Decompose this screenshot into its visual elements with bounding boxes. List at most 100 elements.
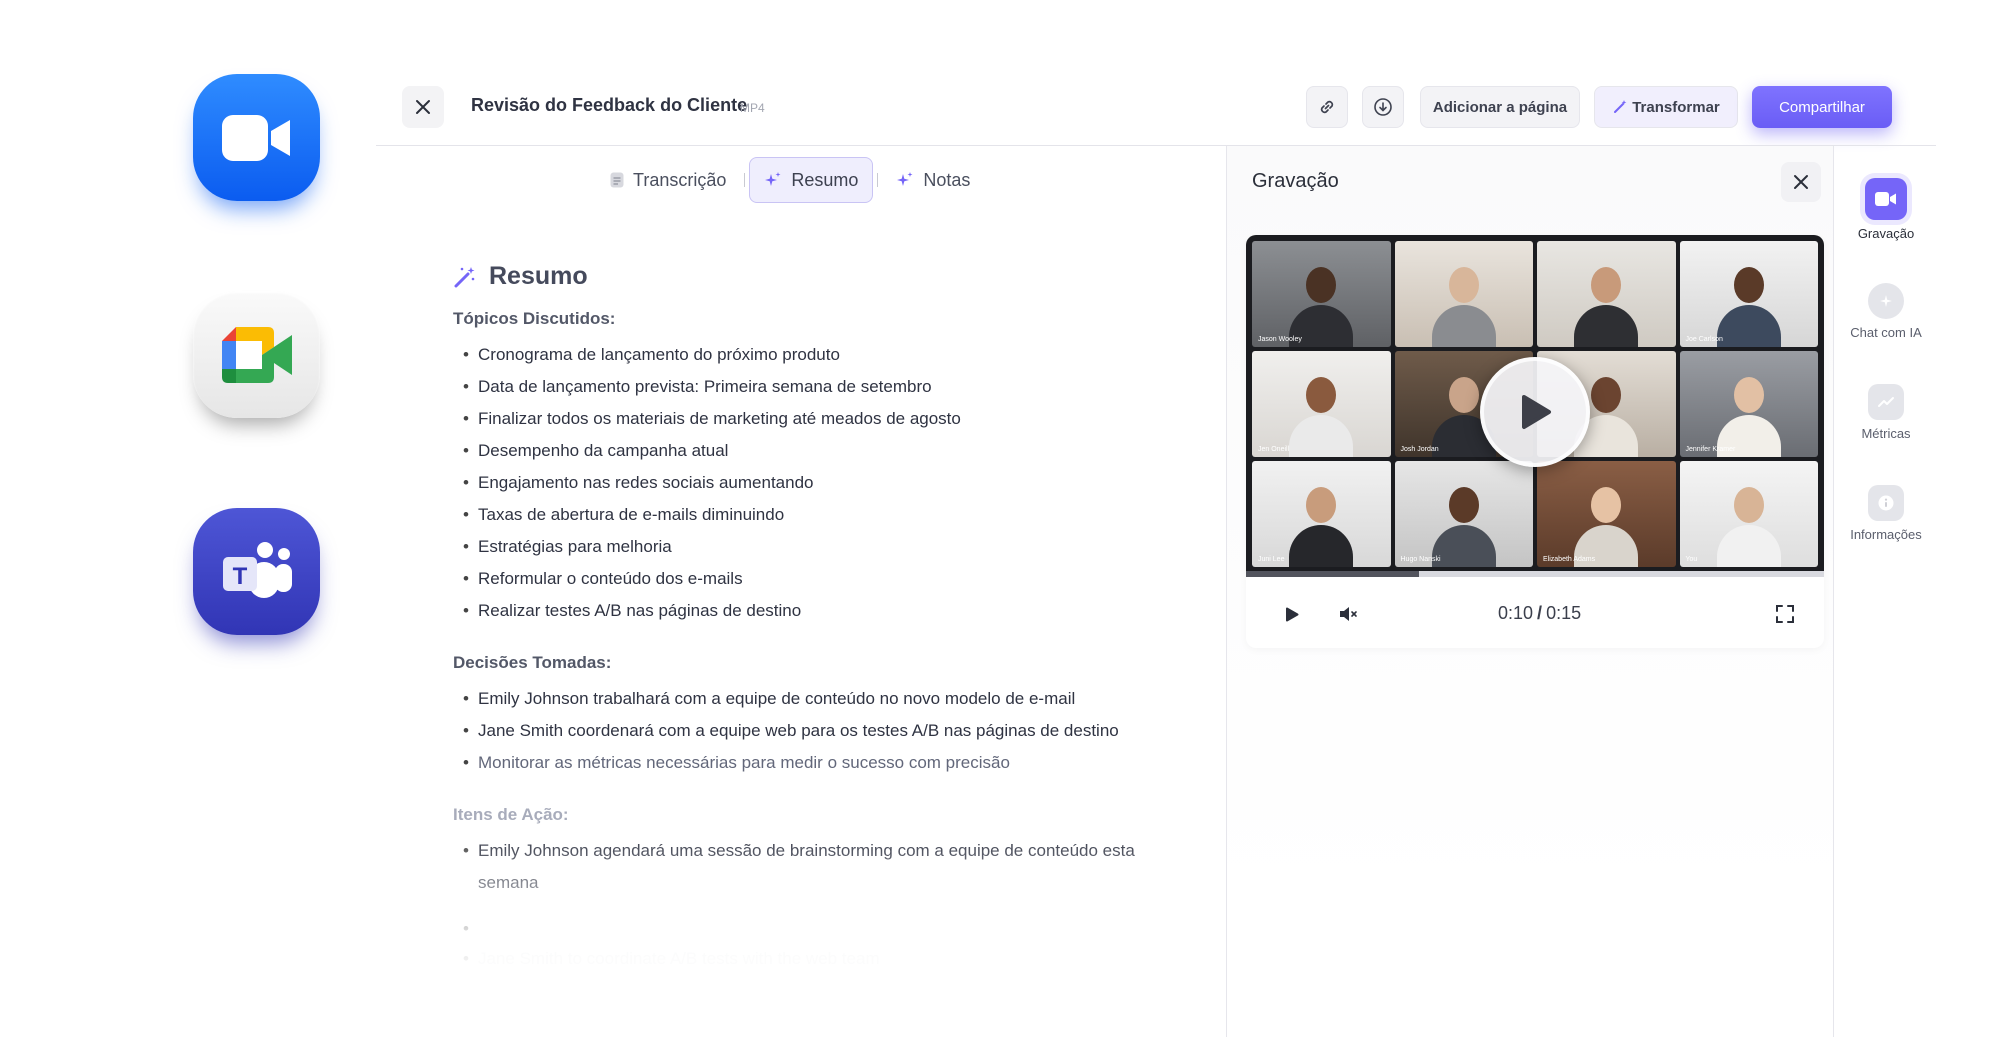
participant-name: Elizabeth Adams [1543,556,1596,563]
teams-logo-icon: T [222,541,292,598]
participant-name: You [1685,556,1698,563]
rail-item-info[interactable]: Informações [1836,485,1936,542]
participant-avatar [1570,481,1642,567]
svg-text:T: T [232,563,247,590]
participant-name: Jennifer Kramer [1685,446,1736,453]
tab-notes-label: Notas [923,169,971,190]
fullscreen-button[interactable] [1770,599,1800,629]
video-frame[interactable]: Jason Wooley Joe Carlson Jen Oneill Josh… [1246,235,1824,577]
list-item: Monitorar as métricas necessárias para m… [453,747,1173,779]
participant-tile: Jason Wooley [1252,241,1391,347]
play-overlay-button[interactable] [1480,357,1590,467]
panel-title: Gravação [1252,170,1339,192]
participant-tile [1394,241,1533,347]
list-item: Reformular o conteúdo dos e-mails [453,563,1173,595]
metrics-icon [1868,384,1904,420]
tab-notes[interactable]: Notas [882,157,984,203]
participant-tile: Juni Lee [1252,461,1391,567]
list-item: Jane Smith to coordinate A/B tests with … [453,943,1173,975]
list-item: Emily Johnson trabalhará com a equipe de… [453,683,1173,715]
document-title: Revisão do Feedback do Cliente [471,95,748,115]
document-icon [610,172,624,188]
fullscreen-icon [1776,605,1794,623]
close-icon [416,100,430,114]
document-toolbar: Revisão do Feedback do Cliente MP4 Adici… [376,86,1936,144]
topics-list: Cronograma de lançamento do próximo prod… [453,339,1173,627]
google-meet-app-icon[interactable] [193,291,320,418]
zoom-app-icon[interactable] [193,74,320,201]
link-icon [1320,100,1334,114]
list-item: Realizar testes A/B nas páginas de desti… [453,595,1173,627]
video-progress-fill [1246,571,1420,577]
tab-separator [877,173,879,187]
action-items-title: Itens de Ação: [453,805,569,824]
participant-name: Jason Wooley [1258,336,1302,343]
action-items-list: Emily Johnson agendará uma sessão de bra… [453,835,1173,975]
participant-tile: Elizabeth Adams [1537,461,1676,567]
participant-avatar [1570,261,1642,347]
video-camera-icon [221,114,290,161]
rail-item-recording[interactable]: Gravação [1836,178,1936,241]
list-item: Taxas de abertura de e-mails diminuindo [453,499,1173,531]
participant-tile: Hugo Nanski [1394,461,1533,567]
close-document-button[interactable] [402,86,444,128]
tab-separator [744,173,746,187]
rail-item-label: Informações [1850,527,1922,542]
mute-button[interactable] [1334,599,1364,629]
participant-tile: Jen Oneill [1252,351,1391,457]
video-progress-bar[interactable] [1246,571,1824,577]
participant-avatar [1713,481,1785,567]
decisions-list: Emily Johnson trabalhará com a equipe de… [453,683,1173,779]
list-item: Data de lançamento prevista: Primeira se… [453,371,1173,403]
summary-heading: Resumo [453,262,1173,291]
muted-speaker-icon [1340,607,1357,621]
participant-avatar [1713,371,1785,457]
file-type-badge: MP4 [740,101,765,115]
tab-transcription[interactable]: Transcrição [596,157,740,203]
transform-button-label: Transformar [1632,98,1720,116]
participant-name: Hugo Nanski [1400,556,1441,563]
list-item: Estratégias para melhoria [453,531,1173,563]
transform-button[interactable]: Transformar [1594,86,1738,128]
participant-name: Josh Jordan [1400,446,1439,453]
decisions-title: Decisões Tomadas: [453,653,612,672]
google-meet-logo-icon [221,326,292,383]
play-icon [1522,395,1551,429]
play-button[interactable] [1277,599,1307,629]
copy-link-button[interactable] [1306,86,1348,128]
tab-summary-label: Resumo [791,169,859,190]
participant-avatar [1285,481,1357,567]
share-button[interactable]: Compartilhar [1752,86,1892,128]
list-item: Finalizar todos os materiais de marketin… [453,403,1173,435]
current-time: 0:10 [1498,603,1534,623]
topics-title: Tópicos Discutidos: [453,309,616,328]
participant-avatar [1428,261,1500,347]
download-icon [1374,98,1392,116]
close-icon [1794,175,1808,189]
list-item [453,913,1173,945]
total-time: 0:15 [1546,603,1582,623]
list-item: Jane Smith coordenará com a equipe web p… [453,715,1173,747]
video-camera-icon [1865,178,1907,220]
list-item: Desempenho da campanha atual [453,435,1173,467]
list-item: Engajamento nas redes sociais aumentando [453,467,1173,499]
rail-item-ai-chat[interactable]: Chat com IA [1836,283,1936,340]
rail-item-label: Gravação [1857,226,1915,241]
list-item: Emily Johnson agendará uma sessão de bra… [453,835,1173,899]
participant-tile [1537,241,1676,347]
player-controls: 0:10/0:15 [1246,591,1824,637]
rail-item-metrics[interactable]: Métricas [1836,384,1936,441]
video-player: Jason Wooley Joe Carlson Jen Oneill Josh… [1246,235,1824,648]
magic-wand-icon [1614,100,1627,113]
tab-transcription-label: Transcrição [633,169,727,190]
tab-summary[interactable]: Resumo [749,157,874,203]
download-button[interactable] [1362,86,1404,128]
close-panel-button[interactable] [1781,162,1821,202]
rail-item-label: Métricas [1861,426,1911,441]
participant-avatar [1428,481,1500,567]
participant-tile: Joe Carlson [1679,241,1818,347]
recording-panel: Gravação Jason Wooley Joe Carlson Jen On… [1226,146,1834,1037]
add-to-page-button[interactable]: Adicionar a página [1420,86,1580,128]
time-separator: / [1537,603,1543,623]
microsoft-teams-app-icon[interactable]: T [193,508,320,635]
